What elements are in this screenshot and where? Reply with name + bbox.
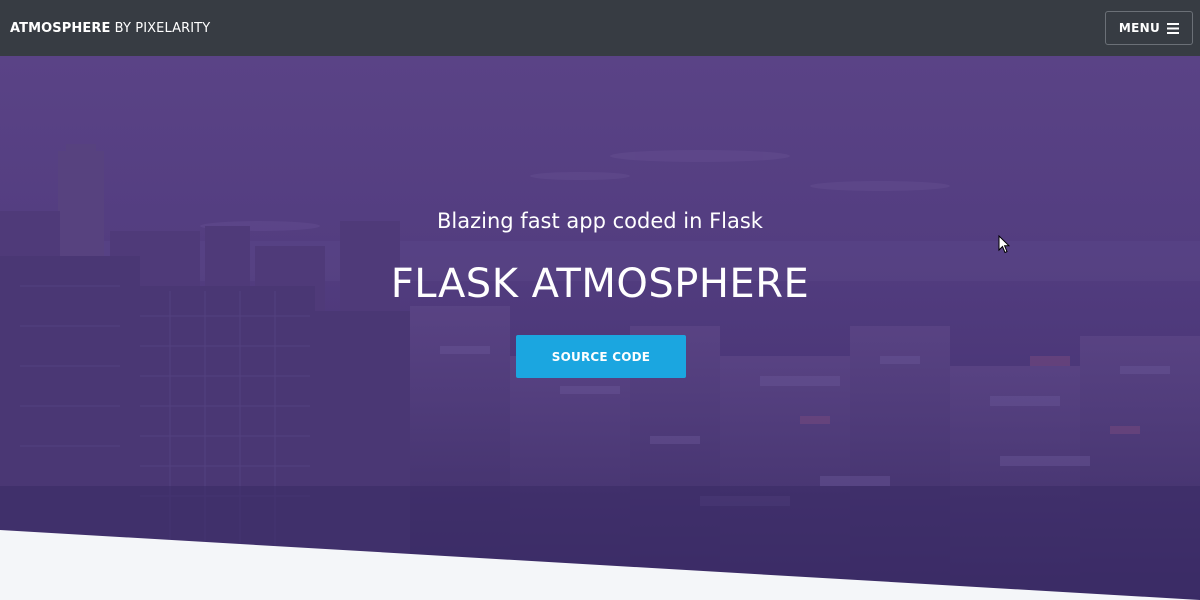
source-code-button[interactable]: SOURCE CODE — [516, 335, 686, 378]
top-navbar: ATMOSPHERE BY PIXELARITY MENU — [0, 0, 1200, 56]
hero-subtitle: Blazing fast app coded in Flask — [437, 209, 763, 233]
menu-button[interactable]: MENU — [1105, 11, 1193, 45]
page: ATMOSPHERE BY PIXELARITY MENU Blazing fa… — [0, 0, 1200, 600]
hero-section: Blazing fast app coded in Flask FLASK AT… — [0, 56, 1200, 600]
brand-byline: BY PIXELARITY — [110, 20, 211, 36]
brand-logo[interactable]: ATMOSPHERE BY PIXELARITY — [10, 21, 210, 36]
mouse-cursor-icon — [998, 235, 1010, 254]
hero-content: Blazing fast app coded in Flask FLASK AT… — [0, 56, 1200, 600]
hero-title: FLASK ATMOSPHERE — [390, 261, 810, 307]
brand-name: ATMOSPHERE — [10, 20, 111, 36]
hamburger-icon — [1167, 22, 1180, 34]
menu-button-label: MENU — [1118, 21, 1161, 35]
